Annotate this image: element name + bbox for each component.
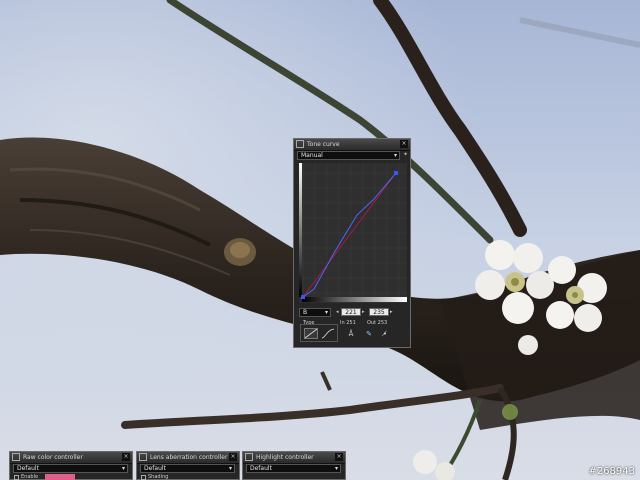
curve-point-end[interactable] xyxy=(394,171,398,175)
close-icon[interactable]: × xyxy=(400,140,408,148)
shading-label: Shading xyxy=(148,474,169,480)
out-readout: Out 253 xyxy=(367,320,388,326)
preset-dropdown[interactable]: Manual ▾ xyxy=(297,151,400,160)
close-icon[interactable]: × xyxy=(229,453,237,461)
chevron-down-icon: ▾ xyxy=(324,309,328,316)
input-value-field[interactable]: 221 xyxy=(341,308,361,316)
panel-title: Tone curve xyxy=(307,141,340,148)
curve-type-group xyxy=(300,324,338,342)
panel-title: Lens aberration controller xyxy=(150,454,228,461)
preset-dropdown[interactable]: Default ▾ xyxy=(13,464,128,473)
lens-aberration-controller-panel: Lens aberration controller × Default ▾ S… xyxy=(136,451,240,480)
chevron-down-icon: ▾ xyxy=(228,465,232,472)
raw-color-titlebar[interactable]: Raw color controller × xyxy=(10,452,132,464)
lens-icon xyxy=(139,453,147,461)
shading-checkbox[interactable] xyxy=(141,475,146,480)
in-readout: In 251 xyxy=(340,320,356,326)
linear-curve-icon[interactable] xyxy=(304,328,318,339)
chevron-down-icon: ▾ xyxy=(393,152,397,159)
input-increment-arrow[interactable]: ▸ xyxy=(362,309,365,315)
tone-curve-panel: Tone curve × Manual ▾ ✦ B ▾ ◂ 221 ▸ 235 … xyxy=(293,138,411,348)
highlight-titlebar[interactable]: Highlight controller × xyxy=(243,452,345,464)
close-icon[interactable]: × xyxy=(122,453,130,461)
input-gradient-bar xyxy=(302,297,407,302)
output-gradient-bar xyxy=(299,163,302,297)
preset-dropdown[interactable]: Default ▾ xyxy=(140,464,235,473)
eyedropper-icon[interactable]: ✎ xyxy=(364,329,374,339)
spline-curve-icon[interactable] xyxy=(321,328,335,339)
panel-title: Highlight controller xyxy=(256,454,314,461)
lens-aberration-titlebar[interactable]: Lens aberration controller × xyxy=(137,452,239,464)
pin-icon[interactable]: ✦ xyxy=(403,152,408,158)
tone-curve-graph[interactable] xyxy=(299,163,407,303)
channel-value: B xyxy=(303,309,308,316)
preset-value: Default xyxy=(17,465,39,472)
preset-value: Default xyxy=(144,465,166,472)
watermark: #268943 xyxy=(588,466,635,477)
raw-color-controller-panel: Raw color controller × Default ▾ Enable xyxy=(9,451,133,480)
channel-dropdown[interactable]: B ▾ xyxy=(299,308,331,317)
highlight-icon xyxy=(245,453,253,461)
auto-icon[interactable]: Å xyxy=(346,329,356,339)
tone-curve-titlebar[interactable]: Tone curve × xyxy=(294,139,410,151)
input-decrement-arrow[interactable]: ◂ xyxy=(336,309,339,315)
enable-checkbox[interactable] xyxy=(14,475,19,480)
output-increment-arrow[interactable]: ▸ xyxy=(390,309,393,315)
curve-icon xyxy=(296,140,304,148)
highlight-controller-panel: Highlight controller × Default ▾ xyxy=(242,451,346,480)
output-value-field[interactable]: 235 xyxy=(369,308,389,316)
panel-title: Raw color controller xyxy=(23,454,83,461)
color-icon xyxy=(12,453,20,461)
preset-value: Manual xyxy=(301,152,323,159)
add-point-icon[interactable]: •̸ xyxy=(380,329,390,339)
chevron-down-icon: ▾ xyxy=(121,465,125,472)
color-swatch[interactable] xyxy=(45,474,75,480)
preset-dropdown[interactable]: Default ▾ xyxy=(246,464,341,473)
curve-point-start[interactable] xyxy=(301,295,305,299)
enable-label: Enable xyxy=(21,474,39,480)
preset-value: Default xyxy=(250,465,272,472)
close-icon[interactable]: × xyxy=(335,453,343,461)
chevron-down-icon: ▾ xyxy=(334,465,338,472)
